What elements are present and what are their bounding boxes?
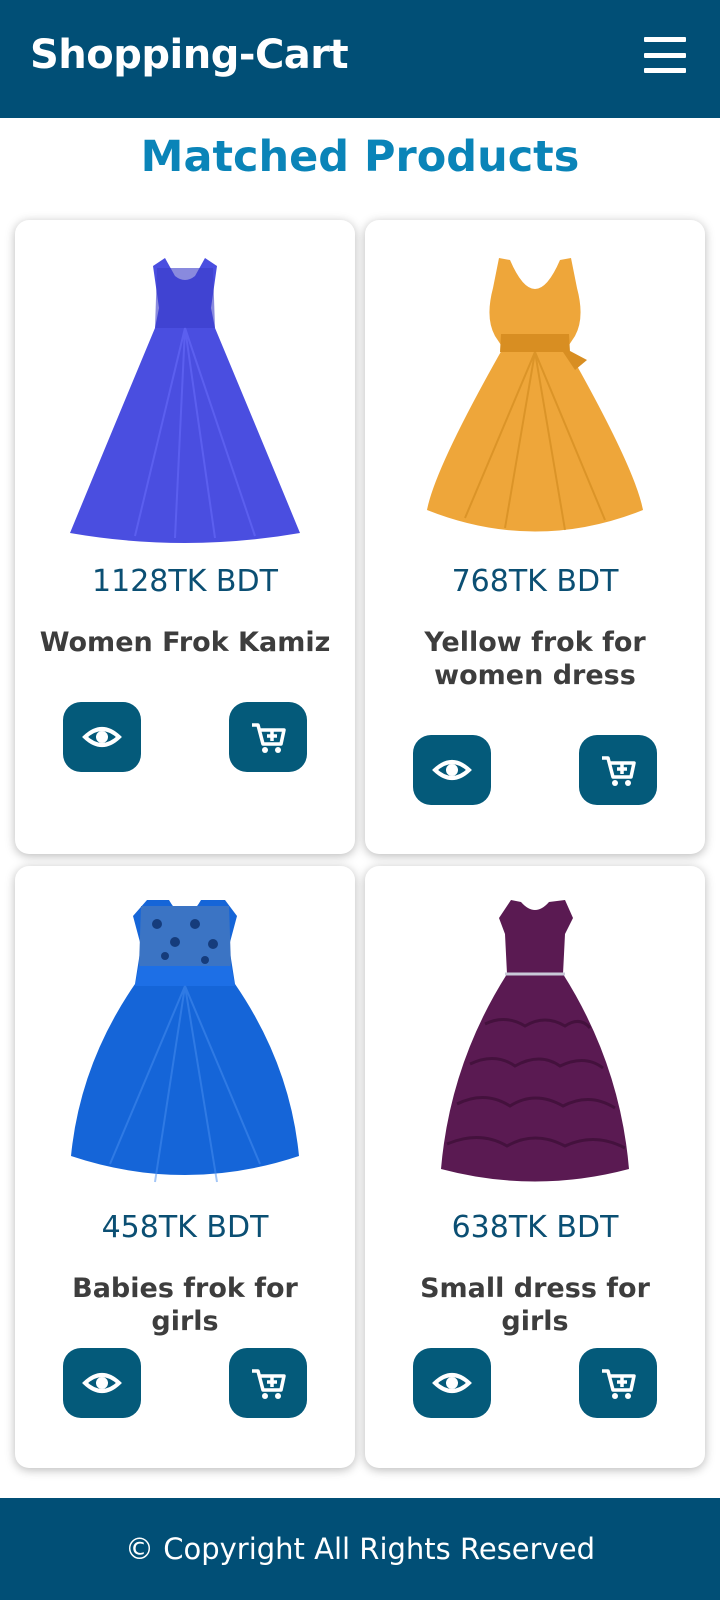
product-card: 1128TK BDT Women Frok Kamiz — [15, 220, 355, 854]
product-card: 458TK BDT Babies frok for girls — [15, 866, 355, 1468]
product-title: Babies frok for girls — [72, 1273, 298, 1337]
product-price: 1128TK BDT — [92, 564, 278, 599]
dress-image — [71, 900, 299, 1183]
add-to-cart-button[interactable] — [579, 1348, 657, 1418]
product-price: 638TK BDT — [451, 1210, 619, 1245]
product-card: 768TK BDT Yellow frok for women dress — [365, 220, 705, 854]
brand-title[interactable]: Shopping-Cart — [30, 32, 349, 78]
add-to-cart-button[interactable] — [579, 735, 657, 805]
view-button[interactable] — [63, 1348, 141, 1418]
product-card: 638TK BDT Small dress for girls — [365, 866, 705, 1468]
page-heading: Matched Products — [140, 132, 580, 182]
eye-icon — [82, 1373, 122, 1393]
dress-image — [70, 258, 300, 543]
add-to-cart-icon — [602, 756, 636, 786]
product-title: Women Frok Kamiz — [39, 627, 331, 658]
view-button[interactable] — [413, 1348, 491, 1418]
app-header: Shopping-Cart — [0, 0, 720, 118]
eye-icon — [432, 760, 472, 780]
add-to-cart-icon — [602, 1369, 636, 1399]
dress-image — [427, 258, 643, 532]
product-image[interactable] — [15, 894, 355, 1194]
copyright-text: © Copyright All Rights Reserved — [125, 1532, 595, 1566]
product-title: Small dress for girls — [420, 1273, 650, 1337]
dress-image — [441, 900, 629, 1182]
view-button[interactable] — [413, 735, 491, 805]
add-to-cart-button[interactable] — [229, 1348, 307, 1418]
view-button[interactable] — [63, 702, 141, 772]
product-image[interactable] — [15, 248, 355, 548]
page-footer: © Copyright All Rights Reserved — [0, 1498, 720, 1600]
add-to-cart-icon — [252, 1369, 286, 1399]
eye-icon — [432, 1373, 472, 1393]
product-image[interactable] — [365, 894, 705, 1194]
hamburger-icon[interactable] — [644, 37, 686, 73]
product-title: Yellow frok for women dress — [424, 627, 646, 691]
add-to-cart-icon — [252, 723, 286, 753]
add-to-cart-button[interactable] — [229, 702, 307, 772]
eye-icon — [82, 727, 122, 747]
product-price: 768TK BDT — [451, 564, 619, 599]
product-image[interactable] — [365, 248, 705, 548]
product-price: 458TK BDT — [101, 1210, 269, 1245]
